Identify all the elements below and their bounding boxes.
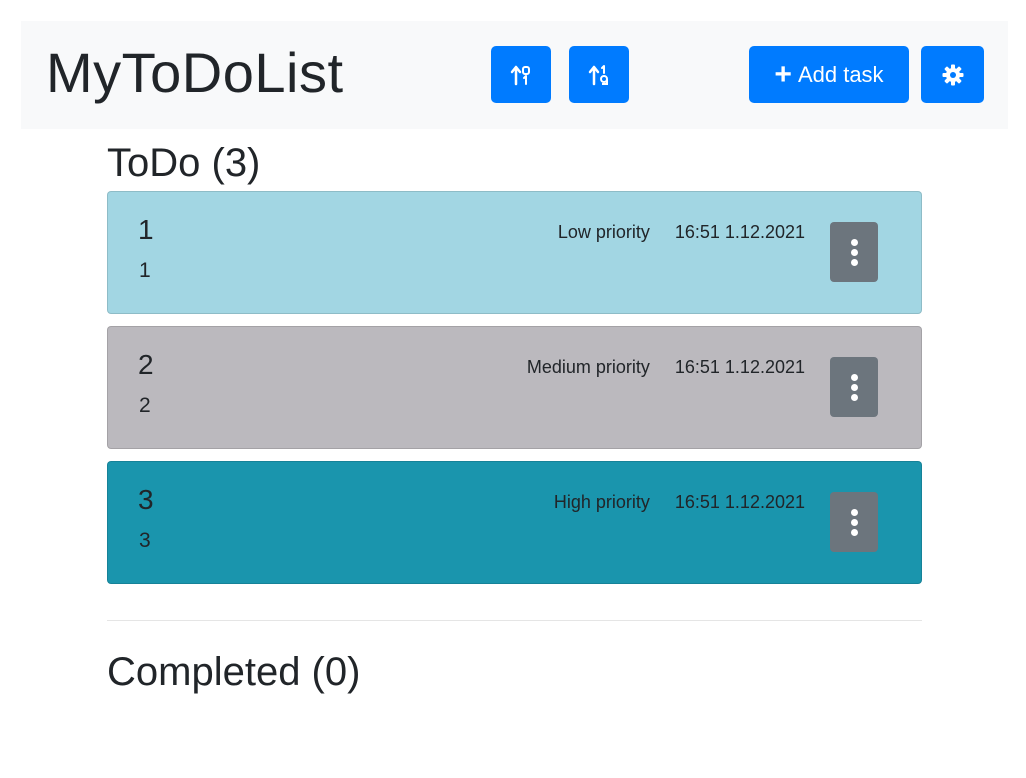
- task-priority: Medium priority: [526, 357, 650, 377]
- vertical-ellipsis-icon: [850, 508, 858, 516]
- sort-alpha-icon: [510, 65, 530, 85]
- task-menu-button[interactable]: [830, 492, 878, 552]
- task-title: 3: [138, 484, 154, 515]
- task-menu-button[interactable]: [830, 222, 878, 282]
- task-datetime: 16:51 1.12.2021: [674, 222, 805, 242]
- task-meta: Medium priority 16:51 1.12.2021: [527, 357, 805, 378]
- task-description: 3: [139, 529, 151, 552]
- vertical-ellipsis-icon: [850, 373, 858, 381]
- section-divider: [107, 620, 922, 621]
- add-task-label: Add task: [797, 61, 884, 87]
- brand-title: MyToDoList: [46, 41, 344, 104]
- task-meta: High priority 16:51 1.12.2021: [554, 492, 805, 513]
- task-datetime: 16:51 1.12.2021: [674, 492, 805, 512]
- task-priority: High priority: [553, 492, 650, 512]
- task-meta: Low priority 16:51 1.12.2021: [558, 222, 805, 243]
- plus-icon: +: [774, 57, 792, 91]
- settings-button[interactable]: [921, 46, 984, 103]
- todo-section-title: ToDo (3): [107, 141, 261, 185]
- task-title: 2: [138, 349, 154, 380]
- gear-icon: [942, 64, 963, 85]
- navbar: MyToDoList + Add task: [21, 21, 1008, 129]
- task-card: 2 2 Medium priority 16:51 1.12.2021: [107, 326, 922, 449]
- add-task-button[interactable]: + Add task: [749, 46, 909, 103]
- task-description: 1: [139, 259, 151, 282]
- task-description: 2: [139, 394, 151, 417]
- task-menu-button[interactable]: [830, 357, 878, 417]
- task-datetime: 16:51 1.12.2021: [674, 357, 805, 377]
- task-priority: Low priority: [557, 222, 650, 242]
- task-card: 3 3 High priority 16:51 1.12.2021: [107, 461, 922, 584]
- sort-numeric-icon: [588, 64, 608, 85]
- task-card: 1 1 Low priority 16:51 1.12.2021: [107, 191, 922, 314]
- sort-ascending-button[interactable]: [491, 46, 551, 103]
- task-title: 1: [138, 214, 154, 245]
- completed-section-title: Completed (0): [107, 650, 361, 694]
- vertical-ellipsis-icon: [850, 238, 858, 246]
- sort-descending-button[interactable]: [569, 46, 629, 103]
